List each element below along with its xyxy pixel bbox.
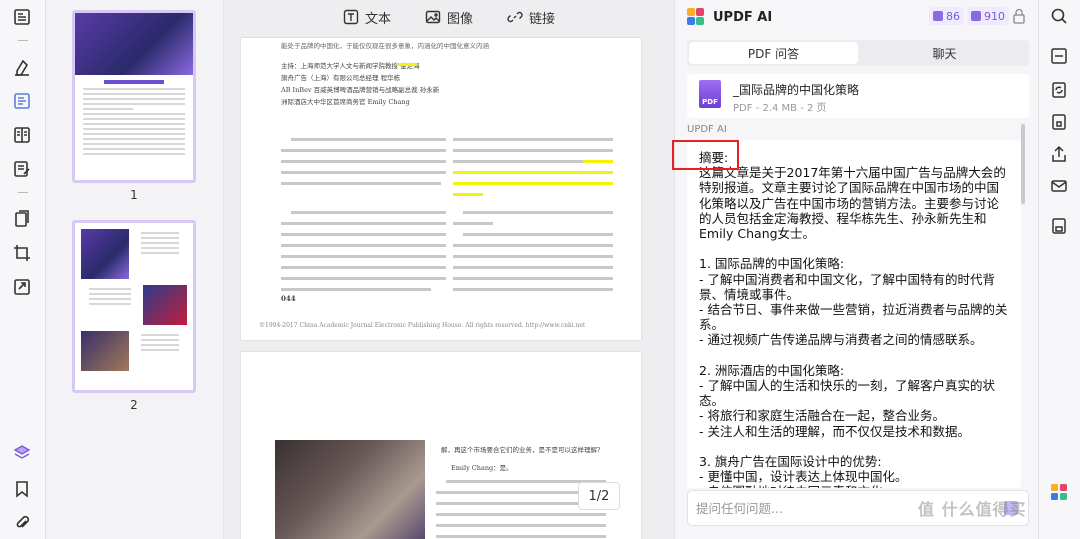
ai-credit-icon (971, 11, 981, 21)
tab-pdf-qa[interactable]: PDF 问答 (689, 42, 858, 64)
page-text-line: 旗舟广告（上海）有限公司总经理 程华栋 (281, 74, 401, 82)
right-tool-rail (1038, 0, 1080, 539)
organize-pages-icon[interactable] (11, 208, 33, 230)
left-tool-rail (0, 0, 46, 539)
annotation-highlight-box (672, 140, 739, 170)
file-meta: PDF - 2.4 MB - 2 页 (733, 103, 827, 114)
page-text-line: 解，再这个市场要合它们的业务，是不是可以这样理解？ (441, 446, 604, 454)
file-name: _国际品牌的中国化策略 (733, 83, 860, 97)
ai-mode-tabs: PDF 问答 聊天 (687, 40, 1029, 66)
document-area: 文本 图像 链接 能处于品牌的中国化，于能仅仅现在很多意象，内涵化的中国化意义内… (224, 0, 674, 539)
ai-panel: UPDF AI 86 910 PDF 问答 聊天 PDF _国际品牌的中国化策略… (674, 0, 1038, 539)
save-icon[interactable] (1049, 216, 1069, 236)
add-text-button[interactable]: 文本 (343, 8, 391, 27)
reader-icon[interactable] (11, 6, 33, 28)
updf-ai-icon[interactable] (1049, 482, 1069, 502)
edit-pdf-icon[interactable] (11, 90, 33, 112)
ai-answer: 摘要: 这篇文章是关于2017年第十六届中国广告与品牌大会的特别报道。文章主要讨… (687, 140, 1021, 488)
updf-window: 1 2 文本 图像 链接 能处于品牌的中国化，于能仅仅现在很多意象，内涵化的中国… (0, 0, 1080, 539)
page-text-line: 能处于品牌的中国化，于能仅仅现在很多意象，内涵化的中国化意义内涵 (281, 42, 489, 50)
page-photo (275, 440, 425, 539)
email-icon[interactable] (1049, 176, 1069, 196)
file-card[interactable]: PDF _国际品牌的中国化策略 PDF - 2.4 MB - 2 页 (687, 74, 1029, 118)
search-icon[interactable] (1049, 6, 1069, 26)
thumbnail-page-2[interactable] (72, 220, 196, 393)
edit-toolbar: 文本 图像 链接 (224, 0, 674, 34)
pdf-file-icon: PDF (699, 80, 721, 108)
page-view-icon[interactable] (11, 124, 33, 146)
thumbnail-page-number: 2 (130, 398, 138, 412)
page-indicator[interactable]: 1/2 (578, 482, 620, 510)
share-icon[interactable] (1049, 144, 1069, 164)
page-text-line: AB InBev 百威英博啤酒品牌营销与战略副总裁 孙永新 (281, 86, 440, 94)
protect-icon[interactable] (1049, 112, 1069, 132)
add-link-button[interactable]: 链接 (507, 8, 555, 27)
fill-sign-icon[interactable] (11, 158, 33, 180)
add-image-button[interactable]: 图像 (425, 8, 473, 27)
crop-icon[interactable] (11, 242, 33, 264)
comment-icon[interactable] (11, 56, 33, 78)
thumbnail-panel: 1 2 (46, 0, 224, 539)
quota-2-value: 910 (984, 9, 1005, 23)
updf-ai-logo-icon (687, 8, 705, 26)
ai-response-label: UPDF AI (687, 124, 727, 135)
bookmark-icon[interactable] (11, 478, 33, 500)
page-footer: ©1994-2017 China Academic Journal Electr… (259, 322, 586, 329)
layers-icon[interactable] (11, 442, 33, 464)
add-link-label: 链接 (529, 11, 556, 27)
thumbnail-page-number: 1 (130, 188, 138, 202)
page-text-line: 洲际酒店大中华区首席商务官 Emily Chang (281, 98, 410, 106)
pdf-page-2[interactable]: 解，再这个市场要合它们的业务，是不是可以这样理解？ Emily Chang：是。 (241, 352, 641, 539)
thumbnail-page-1[interactable] (72, 10, 196, 183)
convert-icon[interactable] (11, 276, 33, 298)
quota-badge-1[interactable]: 86 (929, 7, 964, 25)
convert-file-icon[interactable] (1049, 80, 1069, 100)
ai-credit-icon (933, 11, 943, 21)
ai-answer-text: 摘要: 这篇文章是关于2017年第十六届中国广告与品牌大会的特别报道。文章主要讨… (699, 150, 1008, 488)
quota-badge-2[interactable]: 910 (967, 7, 1009, 25)
ocr-icon[interactable] (1049, 46, 1069, 66)
pdf-page-1[interactable]: 能处于品牌的中国化，于能仅仅现在很多意象，内涵化的中国化意义内涵 主持：上海师范… (241, 38, 641, 340)
attachment-icon[interactable] (11, 512, 33, 534)
lock-icon[interactable] (1012, 8, 1026, 24)
add-image-label: 图像 (446, 11, 473, 27)
add-text-label: 文本 (364, 11, 391, 27)
ai-panel-scrollbar[interactable] (1021, 124, 1025, 204)
ai-panel-header: UPDF AI (687, 6, 772, 28)
ai-panel-title: UPDF AI (713, 9, 773, 25)
quota-1-value: 86 (946, 9, 960, 23)
page-number-text: 044 (281, 294, 296, 303)
page-text-line: Emily Chang：是。 (451, 464, 513, 472)
tab-chat[interactable]: 聊天 (860, 40, 1029, 66)
watermark: 值 什么值得买 (918, 500, 1027, 519)
